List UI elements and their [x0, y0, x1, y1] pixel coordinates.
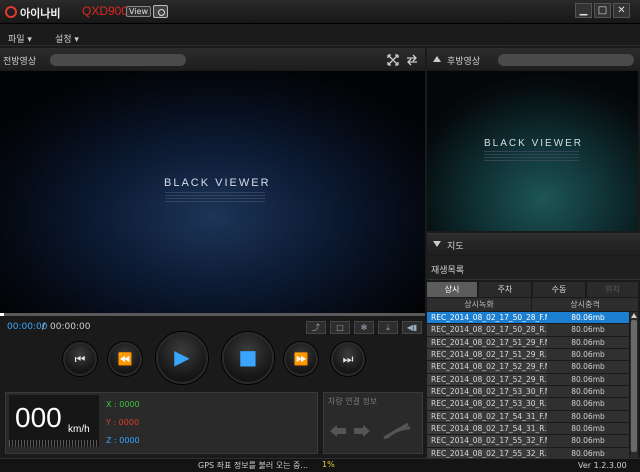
seek-bar-fill: [0, 313, 5, 316]
speed-value: 000: [15, 402, 62, 433]
list-item[interactable]: REC_2014_08_02_17_53_30_R.MP480.06mb: [427, 398, 629, 411]
seek-bar[interactable]: [0, 313, 425, 316]
tab-continuous[interactable]: 상시: [427, 282, 477, 297]
minimize-button[interactable]: ▁: [575, 3, 592, 18]
list-item[interactable]: REC_2014_08_02_17_52_29_R.MP480.06mb: [427, 373, 629, 387]
rear-video-title: 후방영상: [447, 57, 481, 67]
rear-video-logo: BLACK VIEWER: [484, 138, 584, 149]
rear-video-logo-subtext: [484, 151, 579, 163]
list-item[interactable]: REC_2014_08_02_17_50_28_R.MP480.06mb: [427, 324, 629, 337]
list-item[interactable]: REC_2014_08_02_17_50_28_F.MP480.06mb: [427, 312, 629, 325]
file-name: REC_2014_08_02_17_53_30_F.MP4: [427, 386, 547, 398]
file-name: REC_2014_08_02_17_53_30_R.MP4: [427, 398, 547, 410]
gear-icon[interactable]: ✻: [354, 321, 374, 334]
skip-previous-button[interactable]: ⏮: [63, 342, 97, 376]
stop-button[interactable]: ■: [222, 332, 274, 384]
file-size: 80.06mb: [547, 410, 629, 423]
close-button[interactable]: ✕: [613, 3, 630, 18]
file-name: REC_2014_08_02_17_55_32_F.MP4: [427, 435, 547, 447]
swap-video-icon[interactable]: [406, 54, 418, 66]
rear-video-filename-field: [498, 54, 634, 66]
front-video-logo: BLACK VIEWER: [164, 177, 271, 189]
menu-bar: [0, 24, 640, 46]
time-separator: /: [42, 322, 46, 332]
brand-name: 아이나비: [20, 7, 61, 20]
status-message: GPS 좌표 정보를 불러 오는 중...: [198, 461, 309, 470]
menu-settings[interactable]: 설정 ▾: [55, 32, 79, 45]
file-size: 80.06mb: [547, 386, 629, 398]
list-item[interactable]: REC_2014_08_02_17_51_29_F.MP480.06mb: [427, 336, 629, 350]
wiper-icon: [383, 422, 411, 440]
file-name: REC_2014_08_02_17_51_29_F.MP4: [427, 336, 547, 349]
list-item[interactable]: REC_2014_08_02_17_54_31_F.MP480.06mb: [427, 410, 629, 424]
gps-x: X : 0000: [106, 400, 140, 409]
list-item[interactable]: REC_2014_08_02_17_51_29_R.MP480.06mb: [427, 349, 629, 362]
skip-next-button[interactable]: ⏭: [331, 342, 365, 376]
turn-signal-icon: [330, 425, 370, 437]
camera-icon[interactable]: [153, 5, 168, 18]
file-size: 80.06mb: [547, 349, 629, 361]
file-size: 80.06mb: [547, 324, 629, 336]
speed-unit: km/h: [68, 424, 90, 435]
file-list-scroll-thumb[interactable]: [631, 320, 637, 452]
tab-manual[interactable]: 수동: [533, 282, 585, 297]
file-size: 80.06mb: [547, 312, 629, 324]
capture-icon[interactable]: ⤴: [306, 321, 326, 334]
fast-forward-button[interactable]: ⏩: [284, 342, 318, 376]
file-name: REC_2014_08_02_17_54_31_R.MP4: [427, 423, 547, 435]
tab-location[interactable]: 위치: [587, 282, 638, 297]
file-size: 80.06mb: [547, 435, 629, 447]
file-list[interactable]: REC_2014_08_02_17_50_28_F.MP480.06mbREC_…: [427, 312, 629, 460]
total-time: 00:00:00: [50, 322, 91, 332]
speed-scale: [9, 440, 99, 447]
collapse-up-icon[interactable]: [433, 56, 441, 62]
playlist-title: 재생목록: [431, 266, 465, 276]
list-item[interactable]: REC_2014_08_02_17_52_29_F.MP480.06mb: [427, 361, 629, 374]
collapse-down-icon[interactable]: [433, 241, 441, 247]
file-size: 80.06mb: [547, 361, 629, 373]
file-name: REC_2014_08_02_17_50_28_R.MP4: [427, 324, 547, 336]
front-video-filename-field: [50, 54, 186, 66]
play-button[interactable]: ▶: [156, 332, 208, 384]
fullscreen-icon[interactable]: [387, 54, 399, 66]
download-icon[interactable]: ⤓: [378, 321, 398, 334]
menu-file[interactable]: 파일 ▾: [8, 32, 32, 45]
file-name: REC_2014_08_02_17_52_29_R.MP4: [427, 373, 547, 386]
rewind-button[interactable]: ⏪: [108, 342, 142, 376]
file-size: 80.06mb: [547, 423, 629, 435]
model-name: QXD900: [82, 4, 129, 18]
file-name: REC_2014_08_02_17_51_29_R.MP4: [427, 349, 547, 361]
volume-icon[interactable]: ◀▮: [402, 321, 422, 334]
front-video-title: 전방영상: [3, 57, 37, 67]
file-size: 80.06mb: [547, 398, 629, 410]
car-info-title: 차량 연결 정보: [328, 397, 378, 406]
list-item[interactable]: REC_2014_08_02_17_53_30_F.MP480.06mb: [427, 386, 629, 399]
list-item[interactable]: REC_2014_08_02_17_55_32_F.MP480.06mb: [427, 435, 629, 448]
maximize-button[interactable]: □: [594, 3, 611, 18]
status-bar: [0, 458, 640, 472]
column-header-impact[interactable]: 상시충격: [532, 298, 638, 311]
model-badge: View: [126, 6, 151, 17]
list-item[interactable]: REC_2014_08_02_17_54_31_R.MP480.06mb: [427, 423, 629, 436]
tab-parking[interactable]: 주차: [479, 282, 531, 297]
file-name: REC_2014_08_02_17_52_29_F.MP4: [427, 361, 547, 373]
gps-y: Y : 0000: [106, 418, 140, 427]
file-name: REC_2014_08_02_17_54_31_F.MP4: [427, 410, 547, 423]
scroll-up-icon[interactable]: [631, 313, 637, 318]
zoom-icon[interactable]: □: [330, 321, 350, 334]
column-header-continuous[interactable]: 상시녹화: [427, 298, 531, 311]
brand-logo-icon: [5, 6, 17, 18]
map-title: 지도: [447, 242, 464, 252]
file-name: REC_2014_08_02_17_50_28_F.MP4: [427, 312, 547, 324]
file-size: 80.06mb: [547, 336, 629, 349]
version-label: Ver 1.2.3.00: [578, 461, 627, 470]
file-size: 80.06mb: [547, 373, 629, 386]
front-video-logo-subtext: [165, 192, 265, 204]
gps-z: Z : 0000: [106, 436, 140, 445]
status-percent: 1%: [322, 460, 335, 469]
